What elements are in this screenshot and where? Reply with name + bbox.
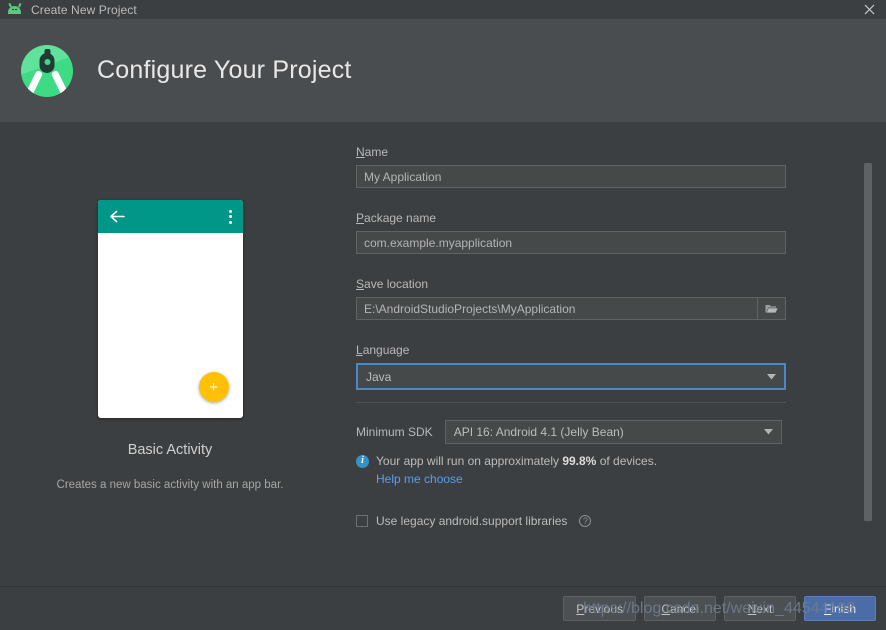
floating-action-button: + (198, 372, 229, 402)
phone-mockup: + (97, 200, 243, 418)
template-description: Creates a new basic activity with an app… (56, 479, 284, 491)
language-selected-value: Java (366, 369, 392, 384)
next-button[interactable]: Next (724, 596, 796, 621)
name-label: Name (356, 145, 389, 159)
chevron-down-icon (767, 373, 776, 379)
dialog-header: Configure Your Project (0, 19, 886, 122)
question-mark-icon[interactable]: ? (579, 515, 592, 527)
cancel-button[interactable]: Cancel (644, 596, 716, 621)
previous-button[interactable]: Previous (563, 596, 636, 621)
phone-app-bar (97, 200, 243, 233)
android-studio-logo-icon (21, 44, 73, 97)
template-name: Basic Activity (127, 442, 213, 458)
template-preview-panel: + Basic Activity Creates a new basic act… (0, 122, 340, 586)
android-bugdroid-icon (7, 2, 23, 18)
device-coverage-percent: 99.8% (562, 454, 597, 468)
minimum-sdk-row: Minimum SDK API 16: Android 4.1 (Jelly B… (356, 420, 826, 444)
language-label: Language (356, 343, 410, 357)
create-new-project-dialog: Create New Project Configure Your Projec… (0, 0, 886, 630)
legacy-libraries-label: Use legacy android.support libraries (376, 514, 568, 528)
package-name-label: Package name (356, 211, 437, 225)
legacy-libraries-checkbox[interactable] (356, 515, 368, 527)
package-name-input-value: com.example.myapplication (364, 235, 513, 250)
dialog-footer: Previous Cancel Next Finish (0, 586, 886, 630)
device-coverage-info: i Your app will run on approximately 99.… (356, 454, 826, 468)
back-arrow-icon (109, 210, 125, 223)
info-icon: i (356, 454, 369, 468)
minimum-sdk-selected-value: API 16: Android 4.1 (Jelly Bean) (453, 425, 624, 439)
save-location-label: Save location (356, 277, 429, 291)
browse-folder-button[interactable] (757, 298, 785, 319)
chevron-down-icon (763, 429, 773, 435)
help-me-choose-link[interactable]: Help me choose (376, 472, 463, 486)
save-location-input[interactable]: E:\AndroidStudioProjects\MyApplication (356, 297, 786, 320)
minimum-sdk-label: Minimum SDK (356, 425, 433, 439)
window-title: Create New Project (31, 2, 137, 17)
minimum-sdk-dropdown[interactable]: API 16: Android 4.1 (Jelly Bean) (444, 420, 782, 444)
name-input-value: My Application (364, 169, 442, 184)
close-icon (864, 4, 874, 15)
save-location-input-value: E:\AndroidStudioProjects\MyApplication (364, 301, 576, 316)
scrollbar-thumb[interactable] (864, 163, 872, 521)
device-coverage-text: Your app will run on approximately 99.8%… (376, 454, 658, 468)
fab-plus-icon: + (209, 378, 218, 396)
folder-icon (765, 305, 778, 313)
legacy-libraries-row: Use legacy android.support libraries ? (356, 514, 826, 528)
form-divider (356, 402, 786, 403)
dialog-body: + Basic Activity Creates a new basic act… (0, 122, 886, 586)
overflow-menu-icon (228, 209, 232, 224)
project-config-form: Name My Application Package name com.exa… (356, 122, 826, 528)
finish-button[interactable]: Finish (804, 596, 876, 621)
page-title: Configure Your Project (97, 56, 352, 84)
window-title-bar: Create New Project (0, 0, 886, 19)
package-name-input[interactable]: com.example.myapplication (356, 231, 786, 254)
name-input[interactable]: My Application (356, 165, 786, 188)
close-button[interactable] (852, 0, 886, 19)
language-dropdown[interactable]: Java (356, 363, 786, 390)
vertical-scrollbar[interactable] (864, 122, 872, 586)
